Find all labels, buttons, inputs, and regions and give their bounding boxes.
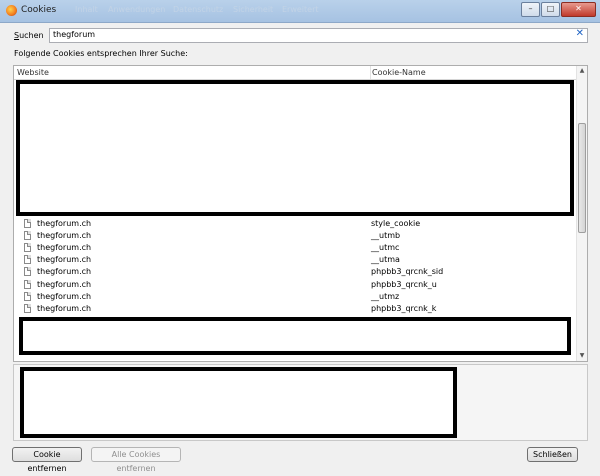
results-caption: Folgende Cookies entsprechen Ihrer Suche… [14,49,188,58]
file-icon [24,267,31,276]
background-menu-item: Sicherheit [233,5,274,14]
table-row[interactable]: thegforum.ch __utmb [14,230,577,242]
column-divider[interactable] [370,66,371,79]
background-menu-item: Inhalt [75,5,98,14]
window-title: Cookies [21,5,57,15]
file-icon [24,292,31,301]
cookie-table[interactable]: Website Cookie-Name thegforum.ch style_c… [13,65,588,362]
table-row[interactable]: thegforum.ch phpbb3_qrcnk_sid [14,266,577,278]
table-row[interactable]: thegforum.ch __utmz [14,291,577,303]
file-icon [24,280,31,289]
table-row[interactable]: thegforum.ch __utmc [14,242,577,254]
search-input-value: thegforum [53,30,96,39]
table-row[interactable]: thegforum.ch __utma [14,254,577,266]
table-header: Website Cookie-Name [14,66,577,80]
cell-website: thegforum.ch [37,304,92,313]
cell-website: thegforum.ch [37,280,92,289]
cell-website: thegforum.ch [37,292,92,301]
cell-cookie-name: phpbb3_qrcnk_u [371,280,437,289]
redaction-box [19,317,571,355]
cookie-details-pane [13,364,588,441]
file-icon [24,304,31,313]
search-input[interactable]: thegforum ✕ [49,28,588,43]
table-row[interactable]: thegforum.ch phpbb3_qrcnk_k [14,303,577,315]
cell-website: thegforum.ch [37,231,92,240]
close-button[interactable]: Schließen [527,447,578,462]
file-icon [24,231,31,240]
table-scrollbar[interactable]: ▲ ▼ [576,66,587,361]
file-icon [24,219,31,228]
cell-cookie-name: __utma [371,255,400,264]
cell-website: thegforum.ch [37,219,92,228]
cell-cookie-name: phpbb3_qrcnk_k [371,304,437,313]
clear-search-icon[interactable]: ✕ [576,28,584,39]
redaction-box [16,80,574,216]
table-row[interactable]: thegforum.ch style_cookie [14,218,577,230]
cell-website: thegforum.ch [37,255,92,264]
scroll-down-arrow-icon[interactable]: ▼ [578,352,586,360]
close-window-button[interactable]: ✕ [561,2,596,17]
column-header-cookie-name[interactable]: Cookie-Name [372,68,426,77]
column-header-website[interactable]: Website [17,68,49,77]
background-menu-item: Erweitert [282,5,319,14]
search-label-text: uchen [19,31,44,40]
firefox-icon [6,5,17,16]
maximize-button[interactable]: □ [541,2,560,17]
cell-cookie-name: __utmb [371,231,401,240]
remove-cookie-button[interactable]: Cookie entfernen [12,447,82,473]
search-label: Suchen [14,31,44,40]
file-icon [24,255,31,264]
table-row[interactable]: thegforum.ch phpbb3_qrcnk_u [14,279,577,291]
redaction-box [20,367,457,438]
cell-cookie-name: style_cookie [371,219,421,228]
cell-website: thegforum.ch [37,267,92,276]
remove-all-cookies-button[interactable]: Alle Cookies entfernen [91,447,181,473]
background-menu-item: Anwendungen [108,5,166,14]
cell-cookie-name: phpbb3_qrcnk_sid [371,267,444,276]
cell-cookie-name: __utmc [371,243,400,252]
scroll-up-arrow-icon[interactable]: ▲ [578,67,586,75]
scroll-thumb[interactable] [578,123,586,233]
title-bar: Cookies Inhalt Anwendungen Datenschutz S… [0,0,600,23]
minimize-button[interactable]: – [521,2,540,17]
cell-cookie-name: __utmz [371,292,400,301]
cell-website: thegforum.ch [37,243,92,252]
file-icon [24,243,31,252]
background-menu-item: Datenschutz [173,5,224,14]
